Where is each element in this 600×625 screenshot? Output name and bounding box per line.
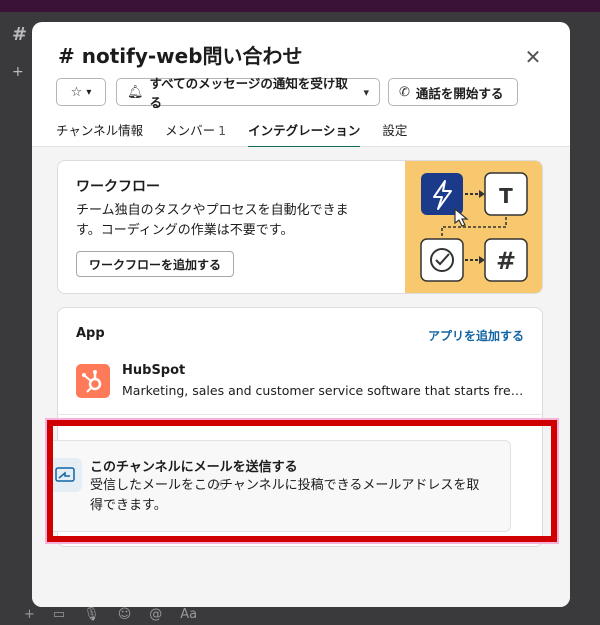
tab-label: インテグレーション bbox=[248, 123, 361, 138]
phone-icon: ✆ bbox=[399, 84, 410, 100]
tab-channel-info[interactable]: チャンネル情報 bbox=[56, 120, 143, 146]
call-label: 通話を開始する bbox=[415, 85, 504, 101]
apps-section-title: App bbox=[76, 326, 105, 341]
mention-icon: @ bbox=[149, 606, 163, 622]
app-description: Marketing, sales and customer service so… bbox=[122, 383, 526, 398]
format-icon: Aa bbox=[180, 606, 198, 622]
plus-icon: + bbox=[24, 606, 35, 622]
member-count: 1 bbox=[218, 123, 227, 138]
email-integration-description: 受信したメールをこのチャンネルに投稿できるメールアドレスを取得できます。 bbox=[90, 478, 480, 513]
emoji-icon: ☺ bbox=[117, 606, 132, 622]
workflow-description: チーム独自のタスクやプロセスを自動化できます。コーディングの作業は不要です。 bbox=[76, 203, 349, 238]
svg-text:T: T bbox=[499, 184, 513, 208]
chevron-down-icon: ▾ bbox=[86, 86, 92, 98]
mic-icon: 🎙 bbox=[83, 606, 100, 622]
add-workflow-button[interactable]: ワークフローを追加する bbox=[76, 251, 235, 277]
modal-header: # notify-web問い合わせ ✕ ☆ ▾ 🔔︎ すべてのメッセージの通知を… bbox=[32, 22, 570, 148]
tab-label: メンバー bbox=[165, 123, 216, 138]
modal-body: ワークフロー チーム独自のタスクやプロセスを自動化できます。コーディングの作業は… bbox=[32, 147, 570, 607]
email-forward-icon bbox=[48, 458, 82, 492]
close-icon[interactable]: ✕ bbox=[522, 46, 544, 68]
app-top-bar bbox=[0, 0, 600, 12]
tab-bar: チャンネル情報 メンバー 1 インテグレーション 設定 bbox=[56, 120, 429, 148]
email-integration-title: このチャンネルにメールを送信する bbox=[90, 460, 298, 475]
start-call-button[interactable]: ✆ 通話を開始する bbox=[388, 78, 518, 106]
video-icon: ▭ bbox=[52, 606, 66, 622]
workflow-illustration: T # bbox=[405, 161, 542, 293]
divider bbox=[58, 414, 542, 415]
modal-title: # notify-web問い合わせ bbox=[58, 44, 303, 68]
svg-text:#: # bbox=[496, 247, 516, 275]
star-icon: ☆ bbox=[70, 84, 83, 100]
chevron-down-icon: ▾ bbox=[363, 85, 369, 99]
bell-icon: 🔔︎ bbox=[127, 84, 144, 100]
app-item-hubspot[interactable]: HubSpot Marketing, sales and customer se… bbox=[58, 356, 542, 414]
app-name: HubSpot bbox=[122, 363, 186, 378]
hand-cursor-icon: ☝ bbox=[215, 478, 224, 494]
tab-label: 設定 bbox=[382, 123, 408, 138]
hubspot-icon bbox=[76, 364, 110, 398]
add-app-link[interactable]: アプリを追加する bbox=[428, 327, 524, 344]
workflow-card: ワークフロー チーム独自のタスクやプロセスを自動化できます。コーディングの作業は… bbox=[57, 160, 543, 294]
background-plus: + bbox=[12, 64, 24, 80]
notification-label: すべてのメッセージの通知を受け取る bbox=[149, 76, 348, 110]
tab-label: チャンネル情報 bbox=[56, 123, 144, 138]
star-button[interactable]: ☆ ▾ bbox=[56, 78, 106, 106]
workflow-illustration-graphic: T # bbox=[420, 172, 528, 282]
email-to-channel-item[interactable]: このチャンネルにメールを送信する 受信したメールをこのチャンネルに投稿できるメー… bbox=[45, 440, 511, 532]
workflow-title: ワークフロー bbox=[76, 179, 160, 195]
tab-members[interactable]: メンバー 1 bbox=[165, 120, 226, 146]
notification-button[interactable]: 🔔︎ すべてのメッセージの通知を受け取る ▾ bbox=[116, 76, 380, 110]
tab-settings[interactable]: 設定 bbox=[382, 120, 407, 146]
background-channel-hash: # bbox=[12, 24, 28, 45]
tab-integrations[interactable]: インテグレーション bbox=[248, 120, 361, 148]
